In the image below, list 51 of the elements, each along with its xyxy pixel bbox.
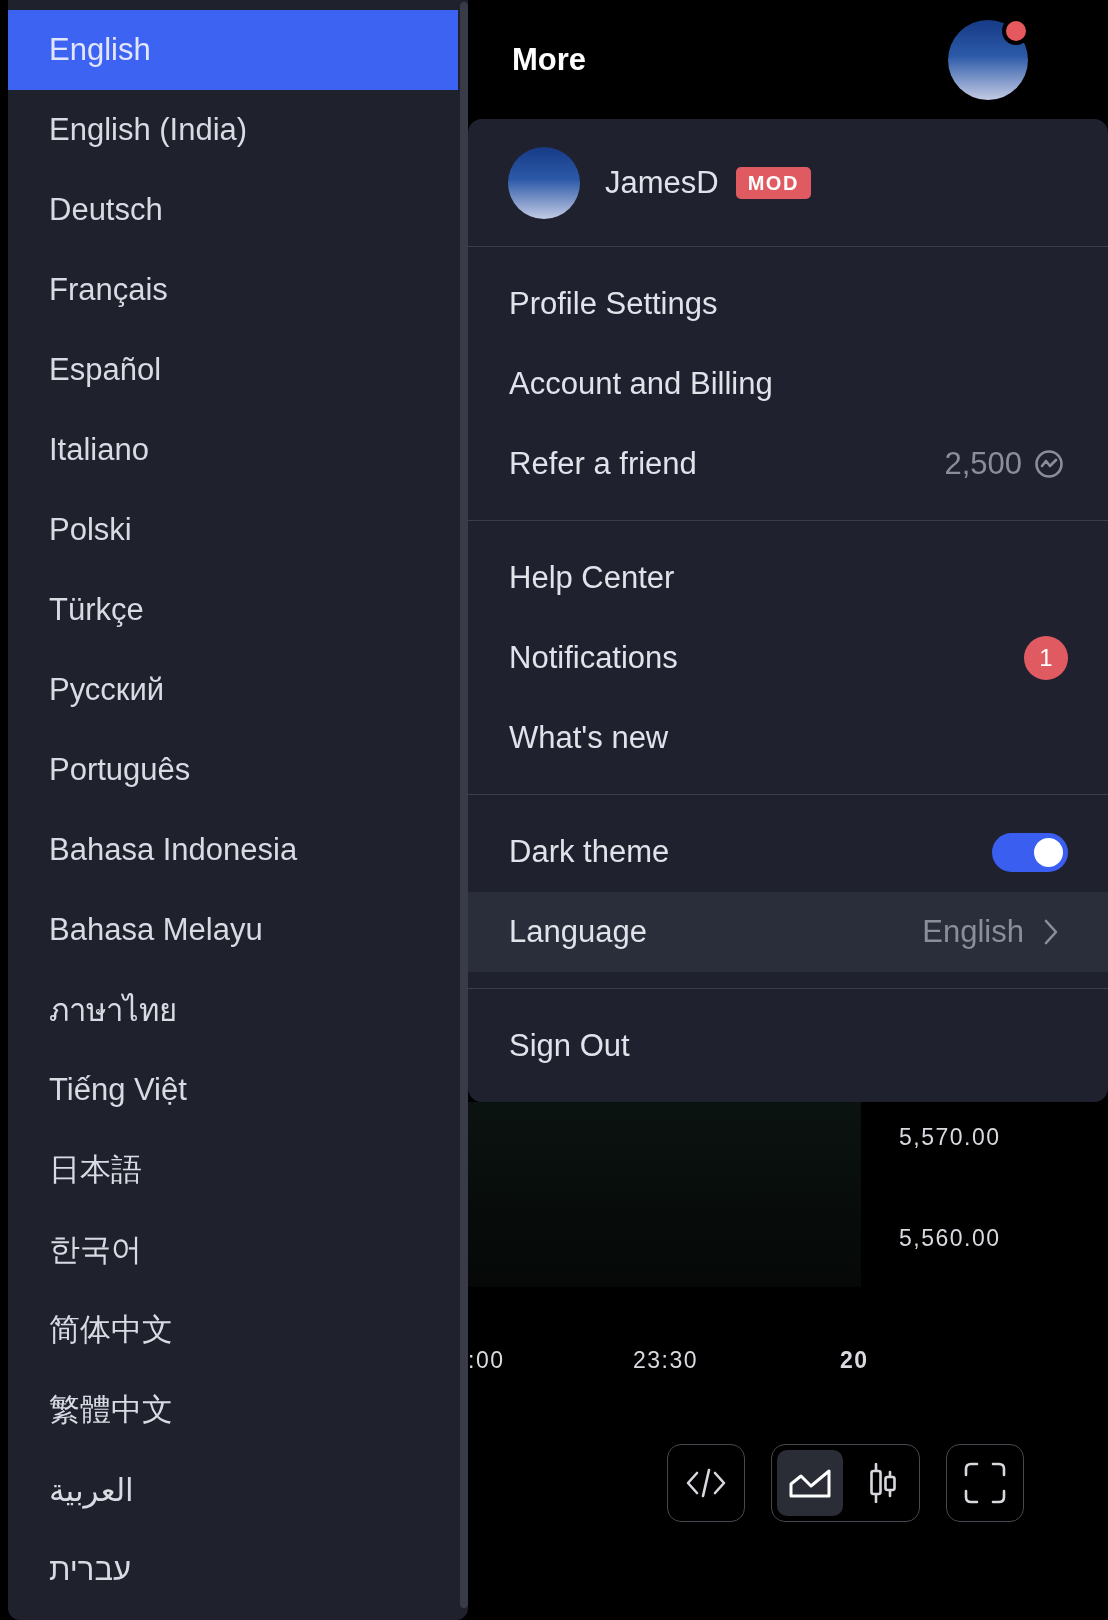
scrollbar-thumb[interactable] [460,2,468,1608]
price-label: 5,560.00 [899,1224,1001,1253]
menu-item[interactable]: Help Center [468,538,1108,618]
toggle-switch[interactable] [992,832,1068,872]
menu-item[interactable]: Notifications 1 [468,618,1108,698]
language-option[interactable]: Italiano [8,410,458,490]
coin-icon [1034,449,1064,479]
language-option[interactable]: Español [8,330,458,410]
username: JamesD [605,164,719,201]
language-option[interactable]: ภาษาไทย [8,970,458,1050]
menu-item[interactable]: Sign Out [468,1006,1108,1086]
menu-item[interactable]: Account and Billing [468,344,1108,424]
language-option[interactable]: 한국어 [8,1210,458,1290]
chevron-right-icon [1044,919,1058,945]
area-chart-button[interactable] [776,1449,843,1516]
language-option[interactable]: Bahasa Melayu [8,890,458,970]
role-badge: MOD [735,166,811,199]
time-label: :00 [468,1346,505,1375]
language-option[interactable]: עברית [8,1530,458,1610]
notification-count: 1 [1024,636,1068,680]
language-option[interactable]: Русский [8,650,458,730]
language-option[interactable]: Deutsch [8,170,458,250]
language-option[interactable]: Bahasa Indonesia [8,810,458,890]
language-option[interactable]: Português [8,730,458,810]
embed-button[interactable] [667,1444,745,1522]
language-option[interactable]: Tiếng Việt [8,1050,458,1130]
menu-item[interactable]: Refer a friend 2,500 [468,424,1108,504]
fullscreen-button[interactable] [946,1444,1024,1522]
language-option[interactable]: English [8,10,458,90]
language-option[interactable]: 繁體中文 [8,1370,458,1450]
points-value: 2,500 [944,446,1022,482]
language-option[interactable]: 简体中文 [8,1290,458,1370]
setting-label: Dark theme [509,834,670,870]
language-option[interactable]: العربية [8,1450,458,1530]
fullscreen-icon [964,1462,1006,1504]
menu-item[interactable]: Language English [468,892,1108,972]
language-option[interactable]: English (India) [8,90,458,170]
code-icon [685,1467,727,1499]
time-label: 20 [840,1346,869,1375]
time-label: 23:30 [633,1346,699,1375]
language-option[interactable]: Türkçe [8,570,458,650]
current-value: English [922,914,1024,950]
candlestick-icon [867,1462,896,1503]
language-option[interactable]: Polski [8,490,458,570]
area-chart-icon [788,1467,831,1498]
menu-item[interactable]: Profile Settings [468,264,1108,344]
menu-item[interactable]: What's new [468,698,1108,778]
price-label: 5,570.00 [899,1123,1001,1152]
page-title: More [512,41,587,78]
language-option[interactable]: 日本語 [8,1130,458,1210]
language-option[interactable]: Français [8,250,458,330]
